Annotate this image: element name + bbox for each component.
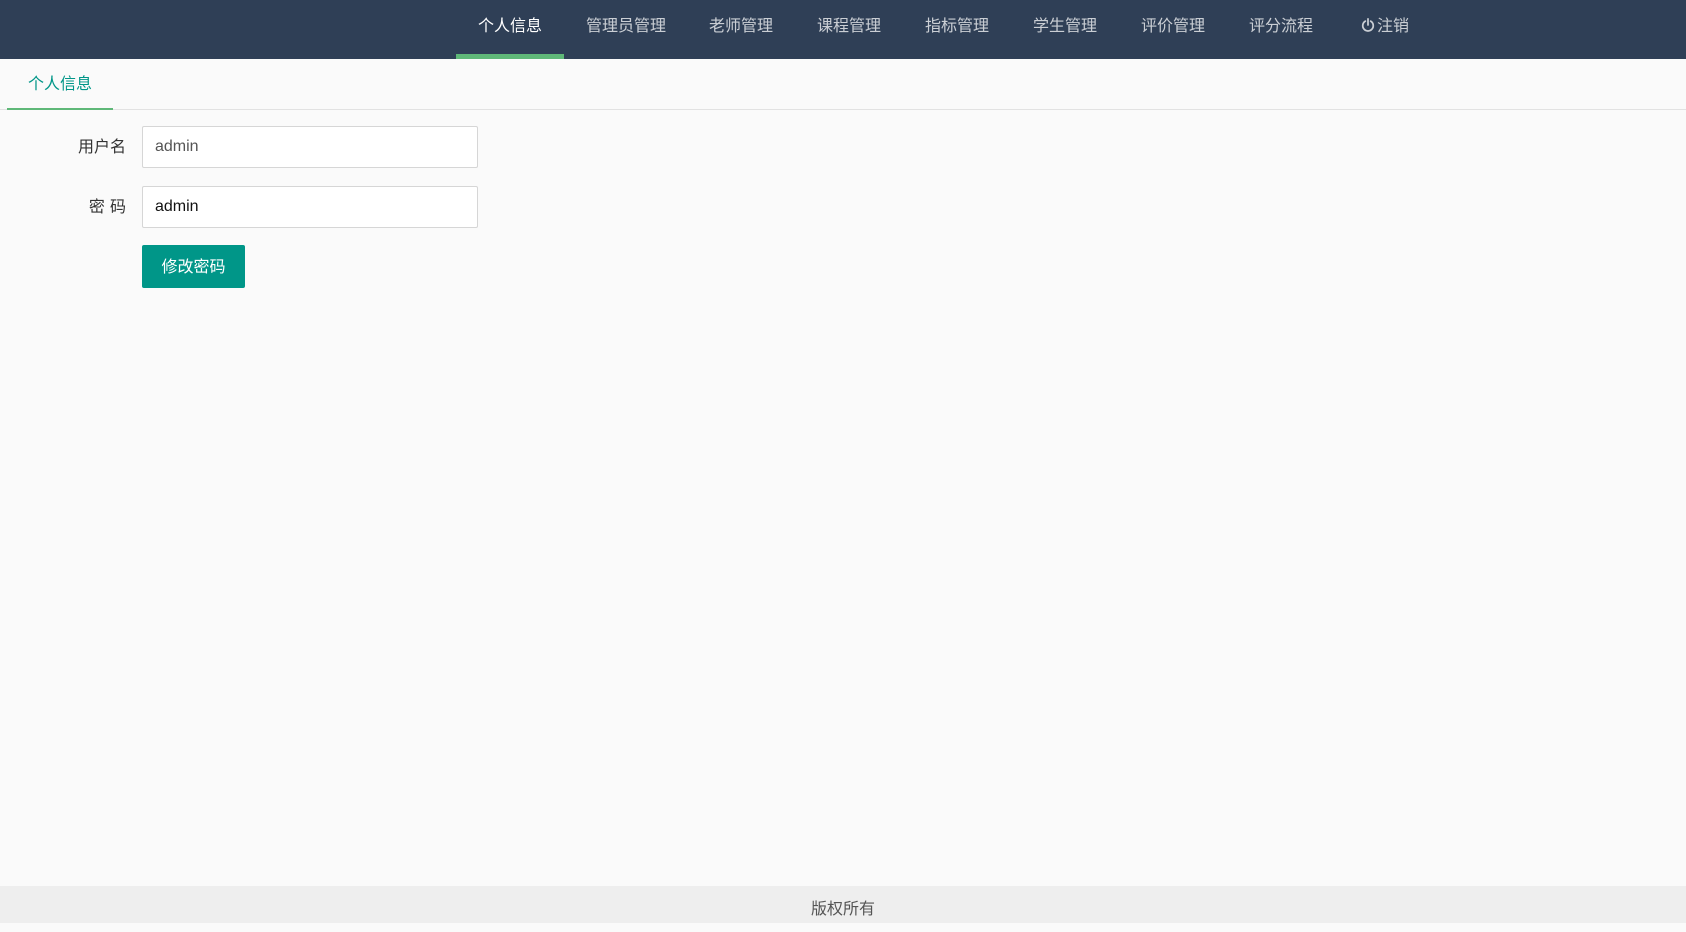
nav-item-evaluation-management[interactable]: 评价管理	[1134, 0, 1212, 59]
nav-item-label: 课程管理	[816, 16, 881, 35]
nav-item-indicator-management[interactable]: 指标管理	[918, 0, 996, 59]
main-nav: 个人信息 管理员管理 老师管理 课程管理 指标管理 学生管理 评价管理 评分流程	[0, 0, 1686, 59]
tab-personal-info[interactable]: 个人信息	[7, 59, 113, 110]
nav-item-personal-info[interactable]: 个人信息	[456, 0, 564, 59]
nav-item-admin-management[interactable]: 管理员管理	[576, 0, 676, 59]
tab-bar: 个人信息	[0, 59, 1686, 110]
logout-button[interactable]: 注销	[1355, 0, 1415, 59]
password-field[interactable]	[142, 186, 478, 228]
nav-item-label: 学生管理	[1032, 16, 1097, 35]
active-tab-underline	[7, 108, 113, 110]
nav-item-label: 个人信息	[477, 16, 542, 35]
power-icon	[1361, 18, 1375, 32]
nav-item-course-management[interactable]: 课程管理	[810, 0, 888, 59]
nav-item-label: 评价管理	[1140, 16, 1205, 35]
nav-item-label: 老师管理	[708, 16, 773, 35]
nav-item-teacher-management[interactable]: 老师管理	[702, 0, 780, 59]
nav-item-scoring-process[interactable]: 评分流程	[1242, 0, 1320, 59]
username-row: 用户名	[0, 126, 600, 168]
copyright-text: 版权所有	[810, 899, 875, 918]
nav-item-student-management[interactable]: 学生管理	[1026, 0, 1104, 59]
nav-item-label: 指标管理	[924, 16, 989, 35]
nav-item-label: 评分流程	[1248, 16, 1313, 35]
username-field[interactable]	[142, 126, 478, 168]
password-label: 密 码	[88, 197, 126, 216]
change-password-button[interactable]: 修改密码	[142, 245, 245, 288]
username-label: 用户名	[77, 137, 126, 156]
password-row: 密 码	[0, 186, 600, 228]
top-navbar: 个人信息 管理员管理 老师管理 课程管理 指标管理 学生管理 评价管理 评分流程	[0, 0, 1686, 59]
logout-label: 注销	[1376, 16, 1409, 35]
footer: 版权所有	[0, 886, 1686, 923]
tab-label: 个人信息	[27, 74, 92, 93]
nav-item-label: 管理员管理	[585, 16, 666, 35]
